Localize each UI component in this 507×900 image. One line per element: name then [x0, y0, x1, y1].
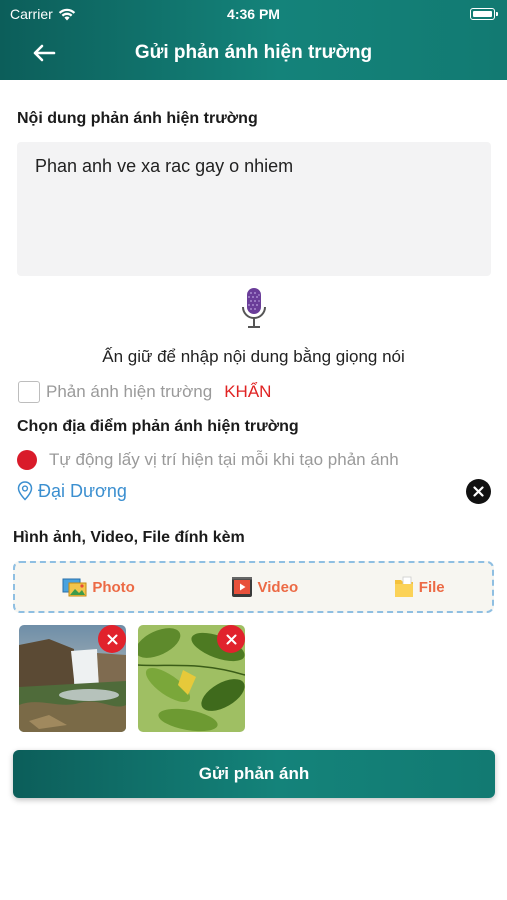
- video-button-label: Video: [257, 578, 299, 596]
- location-label: Chọn địa điểm phản ánh hiện trường: [17, 418, 299, 435]
- urgent-tag: KHẨN: [224, 382, 272, 401]
- location-pin-icon: [17, 481, 33, 501]
- video-icon: [231, 577, 252, 597]
- auto-location-option[interactable]: Tự động lấy vị trí hiện tại mỗi khi tạo …: [17, 449, 399, 471]
- attachment-picker: Photo Video File: [13, 561, 494, 613]
- page-title: Gửi phản ánh hiện trường: [134, 42, 373, 63]
- app-header: Carrier 4:36 PM Gửi phản ánh hiện trường: [0, 0, 507, 80]
- video-button[interactable]: Video: [230, 575, 299, 599]
- submit-button[interactable]: Gửi phản ánh: [13, 750, 495, 798]
- attachments-label: Hình ảnh, Video, File đính kèm: [13, 529, 245, 546]
- file-button-label: File: [418, 578, 445, 596]
- close-icon: [107, 634, 117, 644]
- selected-location-name: Đại Dương: [38, 480, 127, 501]
- attachment-thumbnail-1[interactable]: [19, 625, 126, 732]
- microphone-icon[interactable]: [240, 287, 268, 329]
- file-icon: [394, 576, 413, 597]
- urgent-checkbox[interactable]: [18, 381, 40, 403]
- file-button[interactable]: File: [393, 575, 445, 599]
- urgent-label: Phản ánh hiện trường: [46, 382, 213, 401]
- clear-location-button[interactable]: [466, 479, 491, 504]
- status-bar: Carrier 4:36 PM: [0, 0, 507, 28]
- remove-attachment-1-button[interactable]: [98, 625, 126, 653]
- content-label: Nội dung phản ánh hiện trường: [17, 110, 258, 127]
- selected-location[interactable]: Đại Dương: [17, 479, 127, 503]
- auto-location-radio[interactable]: [17, 450, 37, 470]
- remove-attachment-2-button[interactable]: [217, 625, 245, 653]
- battery-icon: [470, 8, 498, 20]
- close-icon: [226, 634, 236, 644]
- content-textarea[interactable]: Phan anh ve xa rac gay o nhiem: [17, 142, 491, 276]
- photo-button-label: Photo: [92, 578, 135, 596]
- attachment-thumbnail-2[interactable]: [138, 625, 245, 732]
- clock: 4:36 PM: [227, 6, 280, 22]
- close-icon: [473, 486, 484, 497]
- photo-button[interactable]: Photo: [62, 577, 135, 597]
- auto-location-label: Tự động lấy vị trí hiện tại mỗi khi tạo …: [49, 450, 399, 469]
- urgent-option: Phản ánh hiện trường KHẨN: [18, 380, 271, 404]
- voice-input-hint: Ấn giữ để nhập nội dung bằng giọng nói: [102, 347, 405, 366]
- photo-icon: [62, 578, 87, 597]
